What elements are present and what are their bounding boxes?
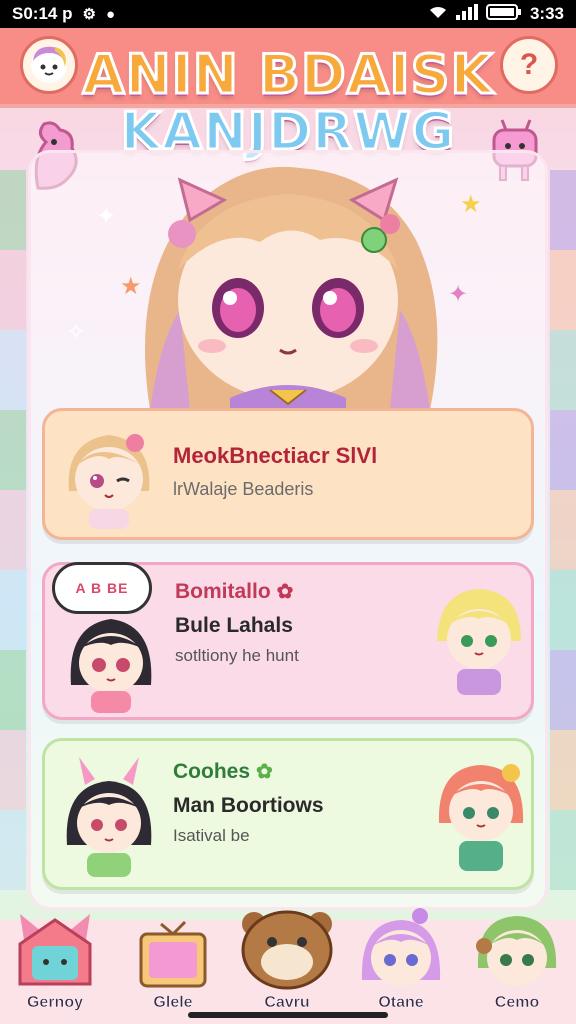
nav-label-gernoy: Gernoy [26,994,84,1012]
hero-character-illustration [120,160,456,410]
black-hair-girl-illustration [65,605,157,720]
sparkle-icon: ✦ [96,203,117,230]
bottom-navigation: Gernoy Glele Cavru Otane Cemo [0,908,576,1024]
winking-girl-illustration [59,421,159,536]
flower-icon: ✿ [276,581,294,603]
card-1-title: MeokBnectiacr SlVl [173,443,378,468]
title-line-1: ANIN BDAISK [81,43,494,106]
home-indicator[interactable] [188,1012,388,1018]
sparkle-icon: ✧ [66,319,87,346]
nav-item-cemo[interactable]: Cemo [462,916,572,1024]
card-3-description: Isatival be [173,826,250,845]
nav-item-glele[interactable]: Glele [118,920,228,1024]
nav-item-cavru[interactable]: Cavru [232,910,342,1024]
background-characters-left [0,170,26,890]
clock-right: 3:33 [529,4,564,23]
speech-bubble: A B BE [52,562,152,614]
card-3-subtitle: Man Boortiows [173,794,324,817]
wifi-icon [428,4,448,24]
activity-card-1[interactable]: MeokBnectiacr SlVl lrWalaje Beaderis [42,408,534,540]
fox-house-icon [10,914,100,990]
card-2-text: Bomitallo ✿ Bule Lahals sotltiony he hunt [175,579,299,666]
blonde-boy-illustration [429,581,529,706]
card-2-subtitle: Bule Lahals [175,614,293,637]
settings-status-icon: ⚙ [82,6,96,23]
bear-icon [232,910,342,990]
nav-label-glele: Glele [153,994,193,1012]
card-1-text: MeokBnectiacr SlVl lrWalaje Beaderis [173,443,377,500]
nav-item-gernoy[interactable]: Gernoy [0,914,110,1024]
star-icon: ★ [120,273,142,300]
card-3-title: Coohes ✿ [173,760,273,783]
boy-avatar-icon [472,916,562,990]
signal-icon [455,4,478,24]
tv-icon [135,920,211,990]
nav-label-cemo: Cemo [494,994,540,1012]
bunny-girl-illustration [59,755,159,886]
red-hair-girl-illustration [431,753,531,884]
background-characters-right [550,170,576,890]
card-2-title: Bomitallo ✿ [175,580,294,603]
card-1-description: lrWalaje Beaderis [173,479,314,499]
card-3-text: Coohes ✿ Man Boortiows Isatival be [173,759,324,846]
sparkle-icon: ✦ [448,281,469,308]
battery-icon [485,4,522,24]
activity-card-3[interactable]: Coohes ✿ Man Boortiows Isatival be [42,738,534,890]
nav-label-cavru: Cavru [264,994,310,1012]
nav-label-otane: Otane [378,994,424,1012]
girl-avatar-icon [356,908,446,990]
status-bar: S0:14 p ⚙ ● 3:33 [0,0,576,28]
clover-icon: ✿ [256,761,273,783]
star-icon: ★ [460,191,482,218]
clock-left: S0:14 p [12,4,73,23]
nav-item-otane[interactable]: Otane [346,908,456,1024]
notification-status-icon: ● [105,5,115,23]
card-2-description: sotltiony he hunt [175,646,299,665]
